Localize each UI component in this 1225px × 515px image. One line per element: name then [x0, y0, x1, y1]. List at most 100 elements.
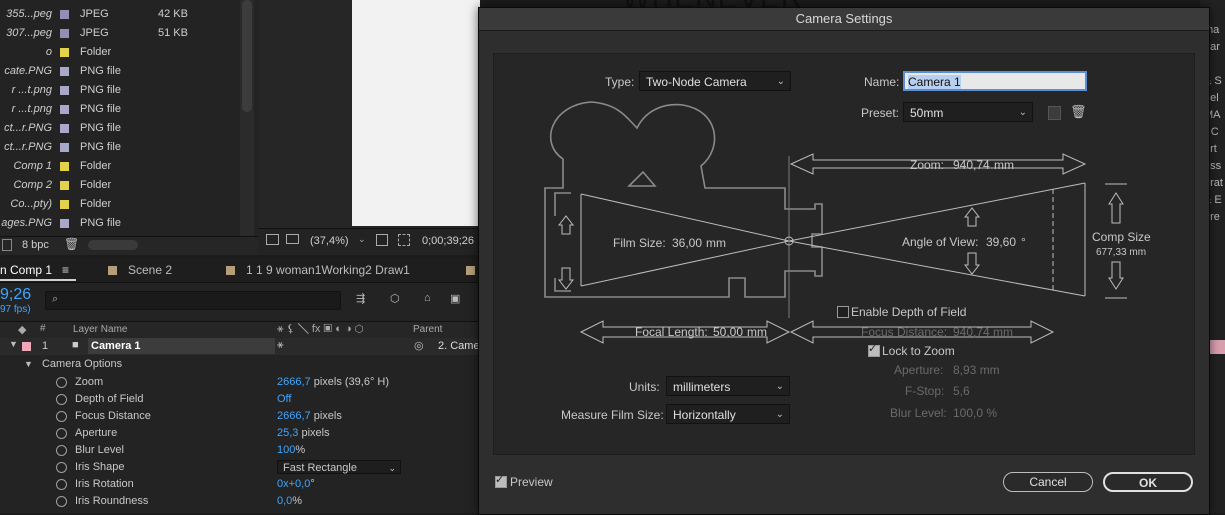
property-number[interactable]: 2666,7 — [277, 410, 311, 422]
cube-icon[interactable]: ⬡ — [390, 292, 400, 305]
project-item[interactable]: o Folder — [0, 43, 240, 62]
film-size-value[interactable]: 36,00 — [672, 236, 702, 250]
project-item-label-swatch[interactable] — [60, 124, 69, 133]
stopwatch-icon[interactable] — [56, 496, 67, 507]
viewer-canvas[interactable]: WHENEVER — [352, 0, 802, 226]
property-value[interactable]: 2666,7 pixels (39,6° H) — [277, 374, 389, 391]
tab-woman-working[interactable]: 1 1 9 woman1Working2 Draw1 — [246, 263, 410, 277]
project-item-label-swatch[interactable] — [60, 200, 69, 209]
parent-dropdown[interactable]: 2. Came — [438, 340, 480, 352]
camera-options-group[interactable]: ▼ Camera Options — [24, 356, 122, 373]
zoom-value[interactable]: 940,74 — [953, 158, 990, 172]
property-value[interactable]: 25,3 pixels — [277, 425, 330, 442]
region-icon[interactable] — [398, 234, 410, 246]
project-item-label-swatch[interactable] — [60, 181, 69, 190]
stopwatch-icon[interactable] — [56, 479, 67, 490]
units-dropdown[interactable]: millimeters ⌄ — [666, 376, 790, 396]
frame-blend-icon[interactable]: ▣ — [450, 292, 460, 305]
grid-icon[interactable] — [376, 234, 388, 246]
layer-label-swatch[interactable] — [22, 342, 31, 351]
property-row[interactable]: Iris Shape Fast Rectangle ⌄ — [0, 459, 480, 476]
lock-to-zoom-label[interactable]: Lock to Zoom — [882, 344, 955, 358]
enable-dof-label[interactable]: Enable Depth of Field — [851, 305, 966, 319]
project-item-label-swatch[interactable] — [60, 48, 69, 57]
delete-preset-icon[interactable]: 🗑 — [1070, 104, 1087, 120]
property-number[interactable]: 25,3 — [277, 427, 298, 439]
layer-name[interactable]: Camera 1 — [88, 338, 275, 354]
project-hscroll[interactable] — [88, 240, 138, 250]
project-item[interactable]: r ...t.png PNG file — [0, 81, 240, 100]
trash-icon[interactable]: 🗑 — [64, 237, 79, 251]
property-value[interactable]: 0x+0,0° — [277, 476, 315, 493]
stopwatch-icon[interactable] — [56, 462, 67, 473]
property-value[interactable]: 100% — [277, 442, 305, 459]
property-row[interactable]: Blur Level 100% — [0, 442, 480, 459]
stopwatch-icon[interactable] — [56, 445, 67, 456]
project-item[interactable]: ct...r.PNG PNG file — [0, 138, 240, 157]
property-row[interactable]: Iris Roundness 0,0% — [0, 493, 480, 510]
iris-shape-dropdown[interactable]: Fast Rectangle ⌄ — [277, 460, 401, 474]
save-preset-icon[interactable] — [1048, 106, 1061, 120]
project-item[interactable]: Co...pty) Folder — [0, 195, 240, 214]
project-item-label-swatch[interactable] — [60, 219, 69, 228]
project-item-label-swatch[interactable] — [60, 29, 69, 38]
tab-comp-1[interactable]: n Comp 1 — [0, 263, 52, 277]
preview-label[interactable]: Preview — [510, 475, 553, 489]
property-value[interactable]: 2666,7 pixels — [277, 408, 342, 425]
shy-icon[interactable]: ⌂ — [424, 292, 431, 304]
tab-scene-2[interactable]: Scene 2 — [128, 263, 172, 277]
menu-icon[interactable]: ≡ — [62, 263, 69, 277]
project-item[interactable]: r ...t.png PNG file — [0, 100, 240, 119]
property-row[interactable]: Zoom 2666,7 pixels (39,6° H) — [0, 374, 480, 391]
stopwatch-icon[interactable] — [56, 377, 67, 388]
project-settings-icon[interactable] — [2, 239, 12, 251]
project-item-label-swatch[interactable] — [60, 143, 69, 152]
stopwatch-icon[interactable] — [56, 411, 67, 422]
property-number[interactable]: 100 — [277, 444, 295, 456]
property-number[interactable]: Off — [277, 393, 291, 405]
project-item-label-swatch[interactable] — [60, 105, 69, 114]
timeline-timecode[interactable]: 9;26 — [0, 286, 31, 304]
project-item[interactable]: Comp 2 Folder — [0, 176, 240, 195]
project-item[interactable]: ct...r.PNG PNG file — [0, 119, 240, 138]
focal-length-value[interactable]: 50,00 — [713, 325, 743, 339]
project-item[interactable]: cate.PNG PNG file — [0, 62, 240, 81]
project-scroll-thumb[interactable] — [242, 0, 252, 112]
property-number[interactable]: 0,0 — [277, 495, 292, 507]
project-item[interactable]: ages.PNG PNG file — [0, 214, 240, 233]
property-value[interactable]: 0,0% — [277, 493, 302, 510]
stopwatch-icon[interactable] — [56, 394, 67, 405]
snapshot-icon[interactable] — [266, 234, 279, 245]
stopwatch-icon[interactable] — [56, 428, 67, 439]
zoom-dropdown[interactable]: (37,4%) — [310, 235, 349, 247]
property-value[interactable]: Off — [277, 391, 291, 408]
property-row[interactable]: Iris Rotation 0x+0,0° — [0, 476, 480, 493]
bpc-label[interactable]: 8 bpc — [22, 239, 49, 251]
project-item-label-swatch[interactable] — [60, 162, 69, 171]
draft-3d-icon[interactable]: ⇶ — [356, 292, 365, 305]
type-dropdown[interactable]: Two-Node Camera ⌄ — [639, 71, 791, 91]
layer-name-header[interactable]: Layer Name — [73, 324, 127, 335]
name-field[interactable]: Camera 1 — [903, 71, 1087, 91]
disclosure-triangle[interactable]: ▼ — [24, 359, 33, 369]
measure-film-size-dropdown[interactable]: Horizontally ⌄ — [666, 404, 790, 424]
preset-dropdown[interactable]: 50mm ⌄ — [903, 102, 1033, 122]
project-item-label-swatch[interactable] — [60, 86, 69, 95]
project-item-label-swatch[interactable] — [60, 67, 69, 76]
property-number[interactable]: 0x+0,0 — [277, 478, 310, 490]
enable-dof-checkbox[interactable] — [837, 306, 849, 318]
property-number[interactable]: 2666,7 — [277, 376, 311, 388]
timeline-search-input[interactable]: ⌕ — [45, 291, 341, 310]
project-item[interactable]: 307...peg JPEG 51 KB — [0, 24, 240, 43]
project-item[interactable]: 355...peg JPEG 42 KB — [0, 5, 240, 24]
cancel-button[interactable]: Cancel — [1003, 472, 1093, 492]
disclosure-triangle[interactable]: ▼ — [9, 339, 18, 349]
property-row[interactable]: Depth of Field Off — [0, 391, 480, 408]
ok-button[interactable]: OK — [1103, 472, 1193, 492]
property-row[interactable]: Focus Distance 2666,7 pixels — [0, 408, 480, 425]
project-item-label-swatch[interactable] — [60, 10, 69, 19]
pickwhip-icon[interactable]: ◎ — [414, 339, 424, 352]
viewer-timecode[interactable]: 0;00;39;26 — [422, 235, 474, 247]
monitor-icon[interactable] — [286, 234, 299, 244]
shy-switch-icon[interactable]: ⚹ — [277, 339, 284, 352]
